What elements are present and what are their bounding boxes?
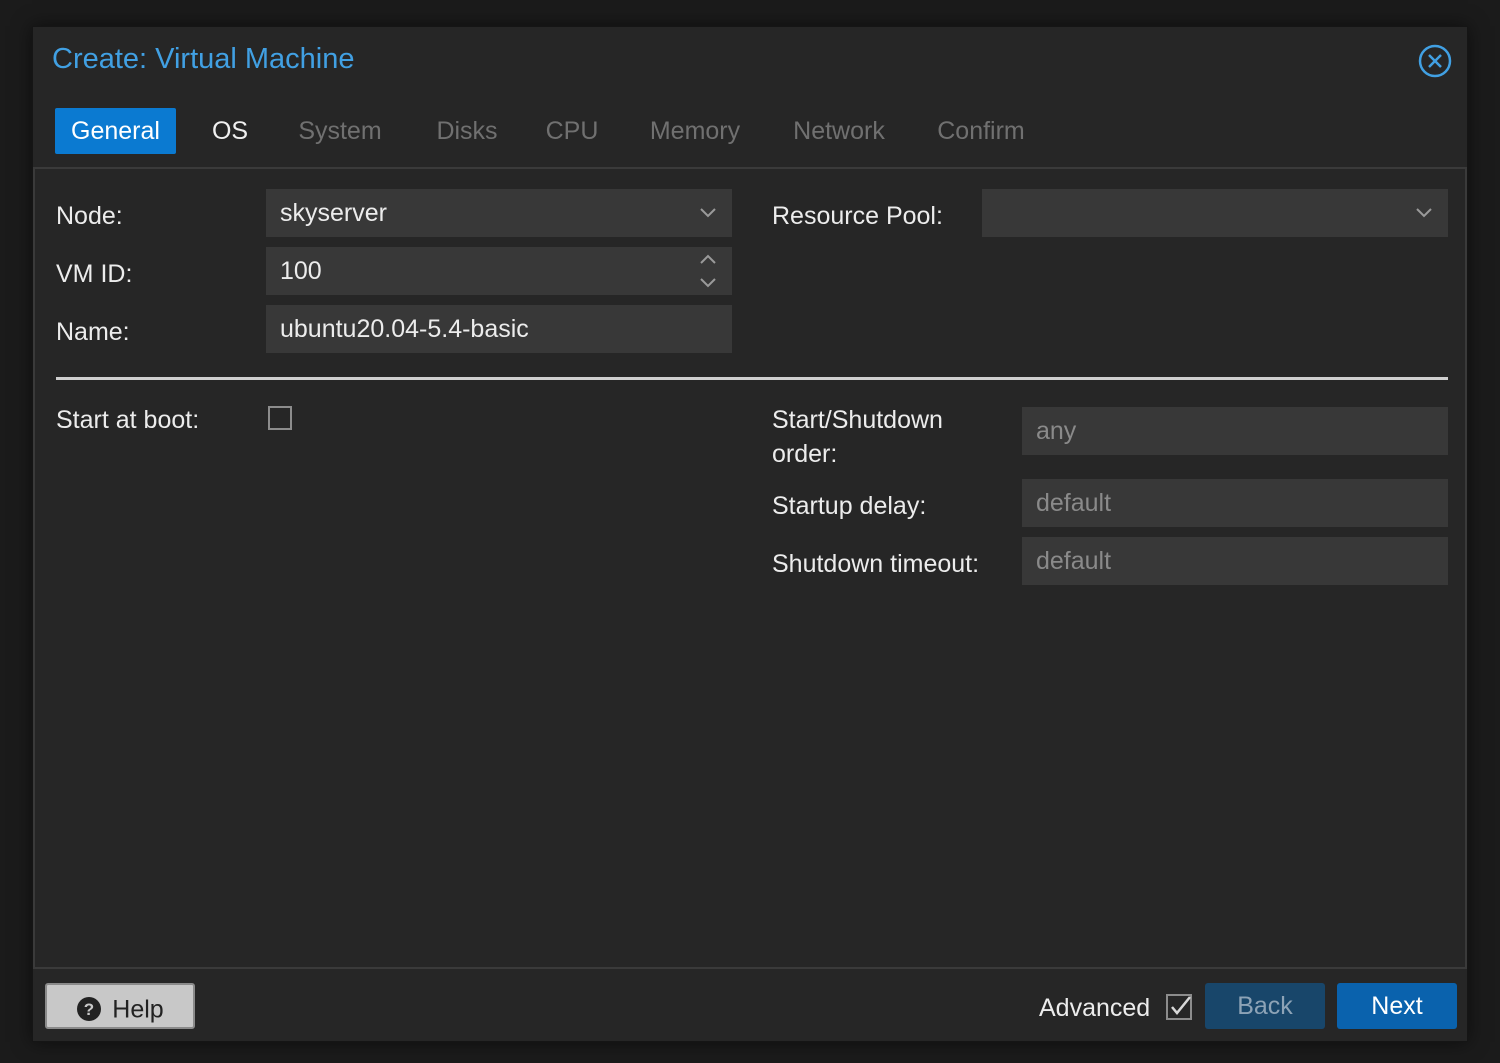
shutdown-timeout-label: Shutdown timeout: bbox=[772, 550, 980, 578]
checkbox-checked-icon bbox=[1166, 994, 1192, 1020]
advanced-checkbox[interactable] bbox=[1165, 993, 1193, 1021]
name-label: Name: bbox=[56, 318, 130, 346]
help-icon: ? bbox=[76, 996, 102, 1022]
node-label: Node: bbox=[56, 202, 123, 230]
close-button[interactable] bbox=[1418, 44, 1452, 78]
tab-disks[interactable]: Disks bbox=[425, 108, 509, 154]
start-order-input[interactable]: any bbox=[1022, 407, 1448, 455]
next-button[interactable]: Next bbox=[1337, 983, 1457, 1029]
advanced-label: Advanced bbox=[1039, 994, 1151, 1022]
start-order-label-line2: order: bbox=[772, 440, 838, 468]
startup-delay-input[interactable]: default bbox=[1022, 479, 1448, 527]
shutdown-timeout-placeholder: default bbox=[1036, 547, 1112, 575]
resource-pool-label: Resource Pool: bbox=[772, 202, 943, 230]
startup-delay-label: Startup delay: bbox=[772, 492, 927, 520]
shutdown-timeout-input[interactable]: default bbox=[1022, 537, 1448, 585]
chevron-down-icon[interactable] bbox=[690, 189, 726, 237]
close-icon bbox=[1418, 44, 1452, 78]
vmid-label: VM ID: bbox=[56, 260, 133, 288]
dialog-title: Create: Virtual Machine bbox=[52, 43, 355, 75]
tab-network[interactable]: Network bbox=[787, 108, 891, 154]
vmid-input[interactable]: 100 bbox=[266, 247, 732, 295]
help-button[interactable]: ? Help bbox=[45, 983, 195, 1029]
chevron-down-icon[interactable] bbox=[1406, 189, 1442, 237]
start-order-placeholder: any bbox=[1036, 417, 1077, 445]
back-button[interactable]: Back bbox=[1205, 983, 1325, 1029]
start-order-label-line1: Start/Shutdown bbox=[772, 406, 943, 434]
name-input[interactable]: ubuntu20.04-5.4-basic bbox=[266, 305, 732, 353]
start-at-boot-label: Start at boot: bbox=[56, 406, 200, 434]
node-select[interactable]: skyserver bbox=[266, 189, 732, 237]
create-vm-dialog: Create: Virtual Machine General OS Syste… bbox=[32, 26, 1468, 1042]
start-at-boot-checkbox[interactable] bbox=[268, 406, 292, 430]
tab-os[interactable]: OS bbox=[196, 108, 264, 154]
tab-general[interactable]: General bbox=[55, 108, 176, 154]
tab-confirm[interactable]: Confirm bbox=[931, 108, 1031, 154]
svg-text:?: ? bbox=[84, 1000, 94, 1019]
tab-cpu[interactable]: CPU bbox=[539, 108, 605, 154]
tab-system[interactable]: System bbox=[285, 108, 395, 154]
help-label: Help bbox=[112, 995, 164, 1024]
general-panel: Node: skyserver Resource Pool: VM ID: 10… bbox=[33, 167, 1467, 969]
tab-memory[interactable]: Memory bbox=[645, 108, 745, 154]
startup-delay-placeholder: default bbox=[1036, 489, 1112, 517]
name-value: ubuntu20.04-5.4-basic bbox=[280, 315, 529, 343]
spinner-icon[interactable] bbox=[690, 247, 726, 295]
vmid-value: 100 bbox=[280, 257, 322, 285]
node-value: skyserver bbox=[280, 199, 387, 227]
section-divider bbox=[56, 377, 1448, 380]
resource-pool-select[interactable] bbox=[982, 189, 1448, 237]
